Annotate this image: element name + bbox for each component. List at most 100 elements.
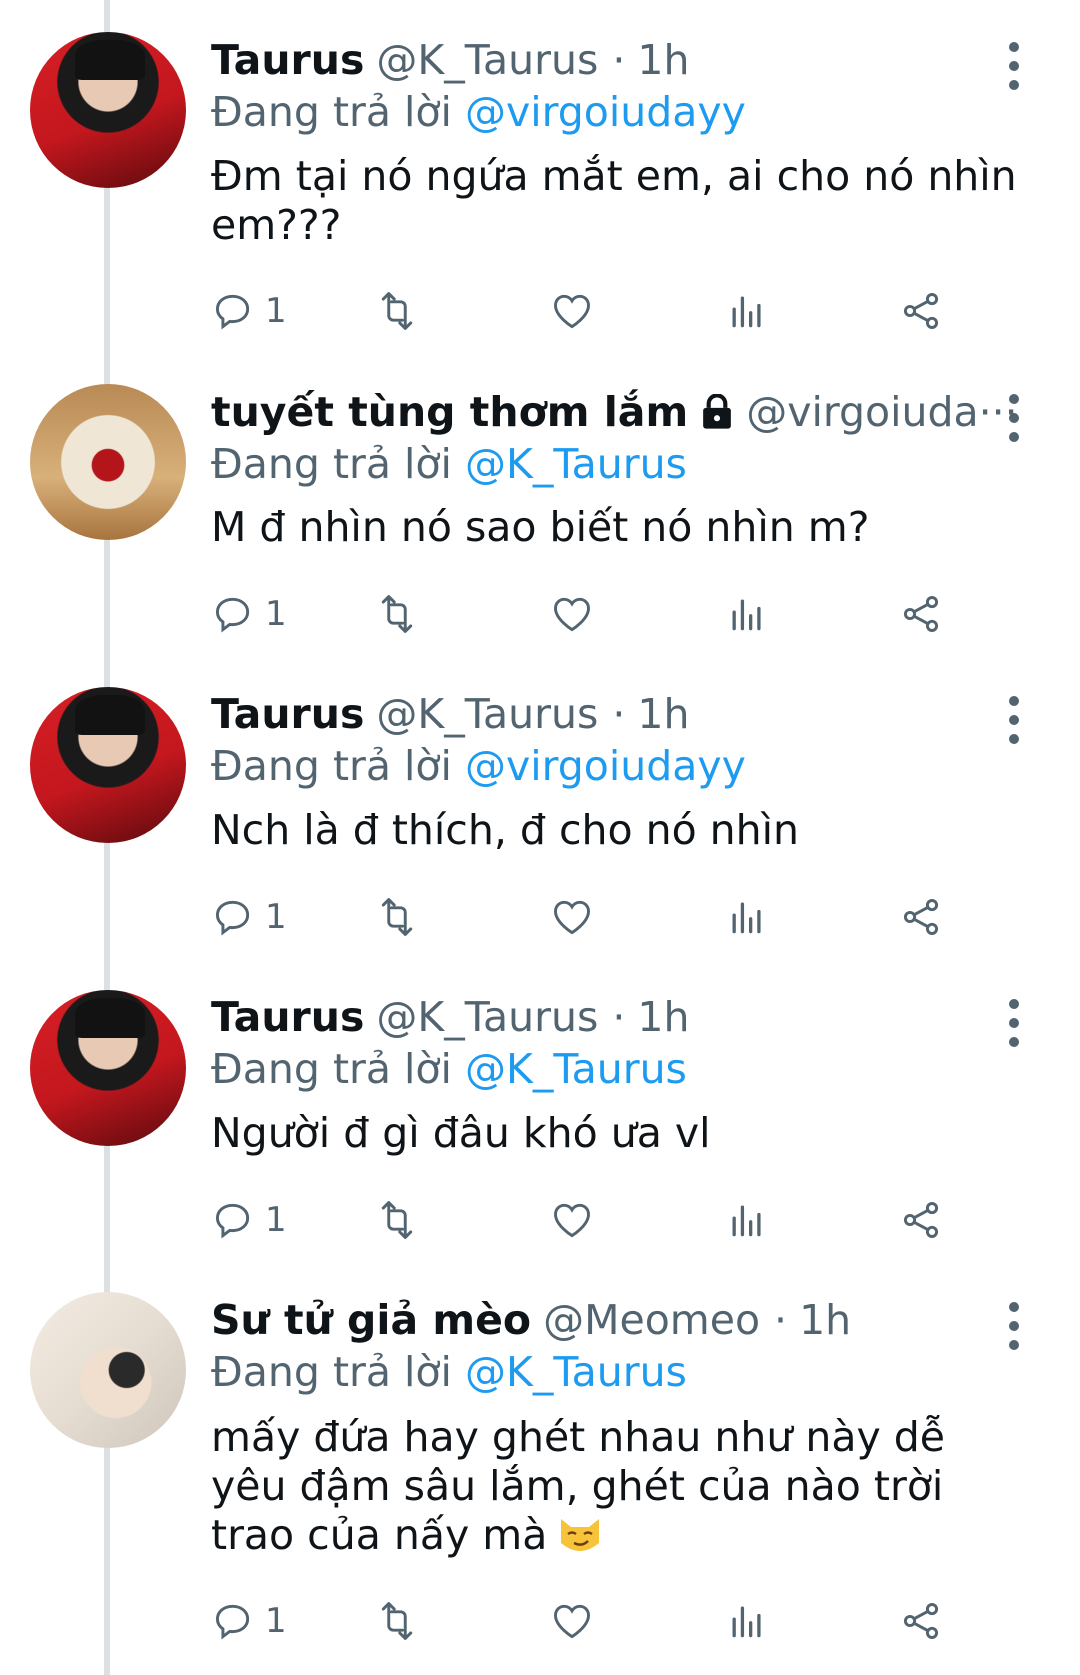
avatar[interactable] — [30, 1292, 186, 1448]
replying-to: Đang trả lời @K_Taurus — [211, 1045, 687, 1093]
share-button[interactable] — [899, 1195, 943, 1245]
views-icon — [732, 902, 761, 934]
mention-link[interactable]: @K_Taurus — [465, 1045, 687, 1093]
views-button[interactable] — [725, 892, 769, 942]
views-icon — [732, 296, 761, 328]
more-vertical-icon[interactable] — [1008, 38, 1020, 94]
display-name[interactable]: Taurus — [211, 36, 364, 84]
timestamp[interactable]: 1h — [799, 1296, 851, 1344]
timestamp[interactable]: 1h — [637, 36, 689, 84]
share-icon — [903, 293, 939, 329]
display-name[interactable]: tuyết tùng thơm lắm — [211, 388, 688, 436]
share-icon — [903, 899, 939, 935]
mention-link[interactable]: @K_Taurus — [465, 1348, 687, 1396]
share-icon — [903, 1202, 939, 1238]
more-vertical-icon[interactable] — [1008, 692, 1020, 748]
views-button[interactable] — [725, 1596, 769, 1646]
separator-dot: · — [612, 690, 626, 738]
share-icon — [903, 596, 939, 632]
views-button[interactable] — [725, 1195, 769, 1245]
lock-icon — [703, 394, 732, 429]
avatar[interactable] — [30, 687, 186, 843]
reply-button[interactable]: 1 — [211, 286, 287, 336]
retweet-icon — [381, 595, 413, 633]
replying-to-label: Đang trả lời — [211, 742, 452, 790]
reply-button[interactable]: 1 — [211, 1195, 287, 1245]
action-bar: 1 — [211, 892, 1031, 942]
mention-link[interactable]: @virgoiudayy — [465, 742, 746, 790]
views-button[interactable] — [725, 286, 769, 336]
retweet-icon — [381, 292, 413, 330]
retweet-icon — [381, 898, 413, 936]
reply-count: 1 — [265, 897, 287, 937]
timestamp[interactable]: 1h — [637, 993, 689, 1041]
reply-button[interactable]: 1 — [211, 1596, 287, 1646]
share-button[interactable] — [899, 589, 943, 639]
like-button[interactable] — [550, 286, 594, 336]
share-button[interactable] — [899, 1596, 943, 1646]
tweet-text: M đ nhìn nó sao biết nó nhìn m? — [211, 503, 870, 551]
replying-to: Đang trả lời @K_Taurus — [211, 440, 687, 488]
user-handle[interactable]: @K_Taurus — [376, 690, 598, 738]
separator-dot: · — [612, 993, 626, 1041]
user-handle[interactable]: @virgoiuda··· — [746, 388, 1018, 436]
mention-link[interactable]: @virgoiudayy — [465, 88, 746, 136]
reply-icon — [215, 597, 250, 633]
retweet-button[interactable] — [375, 1195, 419, 1245]
heart-icon — [554, 1203, 590, 1238]
reply-icon — [215, 1203, 250, 1239]
user-handle[interactable]: @Meomeo — [543, 1296, 760, 1344]
replying-to: Đang trả lời @virgoiudayy — [211, 88, 746, 136]
views-icon — [732, 1205, 761, 1237]
share-icon — [903, 1603, 939, 1639]
replying-to-label: Đang trả lời — [211, 1348, 452, 1396]
reply-button[interactable]: 1 — [211, 589, 287, 639]
separator-dot: · — [612, 36, 626, 84]
avatar[interactable] — [30, 384, 186, 540]
retweet-button[interactable] — [375, 1596, 419, 1646]
views-button[interactable] — [725, 589, 769, 639]
retweet-button[interactable] — [375, 892, 419, 942]
tweet-text: Nch là đ thích, đ cho nó nhìn — [211, 806, 800, 854]
reply-count: 1 — [265, 291, 287, 331]
separator-dot: · — [774, 1296, 788, 1344]
action-bar: 1 — [211, 286, 1031, 336]
mention-link[interactable]: @K_Taurus — [465, 440, 687, 488]
more-vertical-icon[interactable] — [1008, 390, 1020, 446]
reply-icon — [215, 1604, 250, 1640]
heart-icon — [554, 900, 590, 935]
share-button[interactable] — [899, 286, 943, 336]
user-handle[interactable]: @K_Taurus — [376, 993, 598, 1041]
user-handle[interactable]: @K_Taurus — [376, 36, 598, 84]
like-button[interactable] — [550, 892, 594, 942]
display-name[interactable]: Taurus — [211, 690, 364, 738]
more-vertical-icon[interactable] — [1008, 995, 1020, 1051]
retweet-button[interactable] — [375, 286, 419, 336]
reply-count: 1 — [265, 1200, 287, 1240]
reply-icon — [215, 294, 250, 330]
more-vertical-icon[interactable] — [1008, 1298, 1020, 1354]
action-bar: 1 — [211, 589, 1031, 639]
reply-button[interactable]: 1 — [211, 892, 287, 942]
retweet-button[interactable] — [375, 589, 419, 639]
replying-to-label: Đang trả lời — [211, 88, 452, 136]
tweet-text: Đm tại nó ngứa mắt em, ai cho nó nhìn em… — [211, 152, 1017, 249]
like-button[interactable] — [550, 589, 594, 639]
replying-to: Đang trả lời @K_Taurus — [211, 1348, 687, 1396]
display-name[interactable]: Taurus — [211, 993, 364, 1041]
action-bar: 1 — [211, 1195, 1031, 1245]
views-icon — [732, 1606, 761, 1638]
timestamp[interactable]: 1h — [637, 690, 689, 738]
replying-to-label: Đang trả lời — [211, 1045, 452, 1093]
tweet-text: Người đ gì đâu khó ưa vl — [211, 1109, 711, 1157]
share-button[interactable] — [899, 892, 943, 942]
heart-icon — [554, 597, 590, 632]
avatar[interactable] — [30, 990, 186, 1146]
display-name[interactable]: Sư tử giả mèo — [211, 1296, 531, 1344]
replying-to-label: Đang trả lời — [211, 440, 452, 488]
avatar[interactable] — [30, 32, 186, 188]
smirking-cat-emoji — [561, 1519, 600, 1551]
like-button[interactable] — [550, 1596, 594, 1646]
like-button[interactable] — [550, 1195, 594, 1245]
views-icon — [732, 599, 761, 631]
